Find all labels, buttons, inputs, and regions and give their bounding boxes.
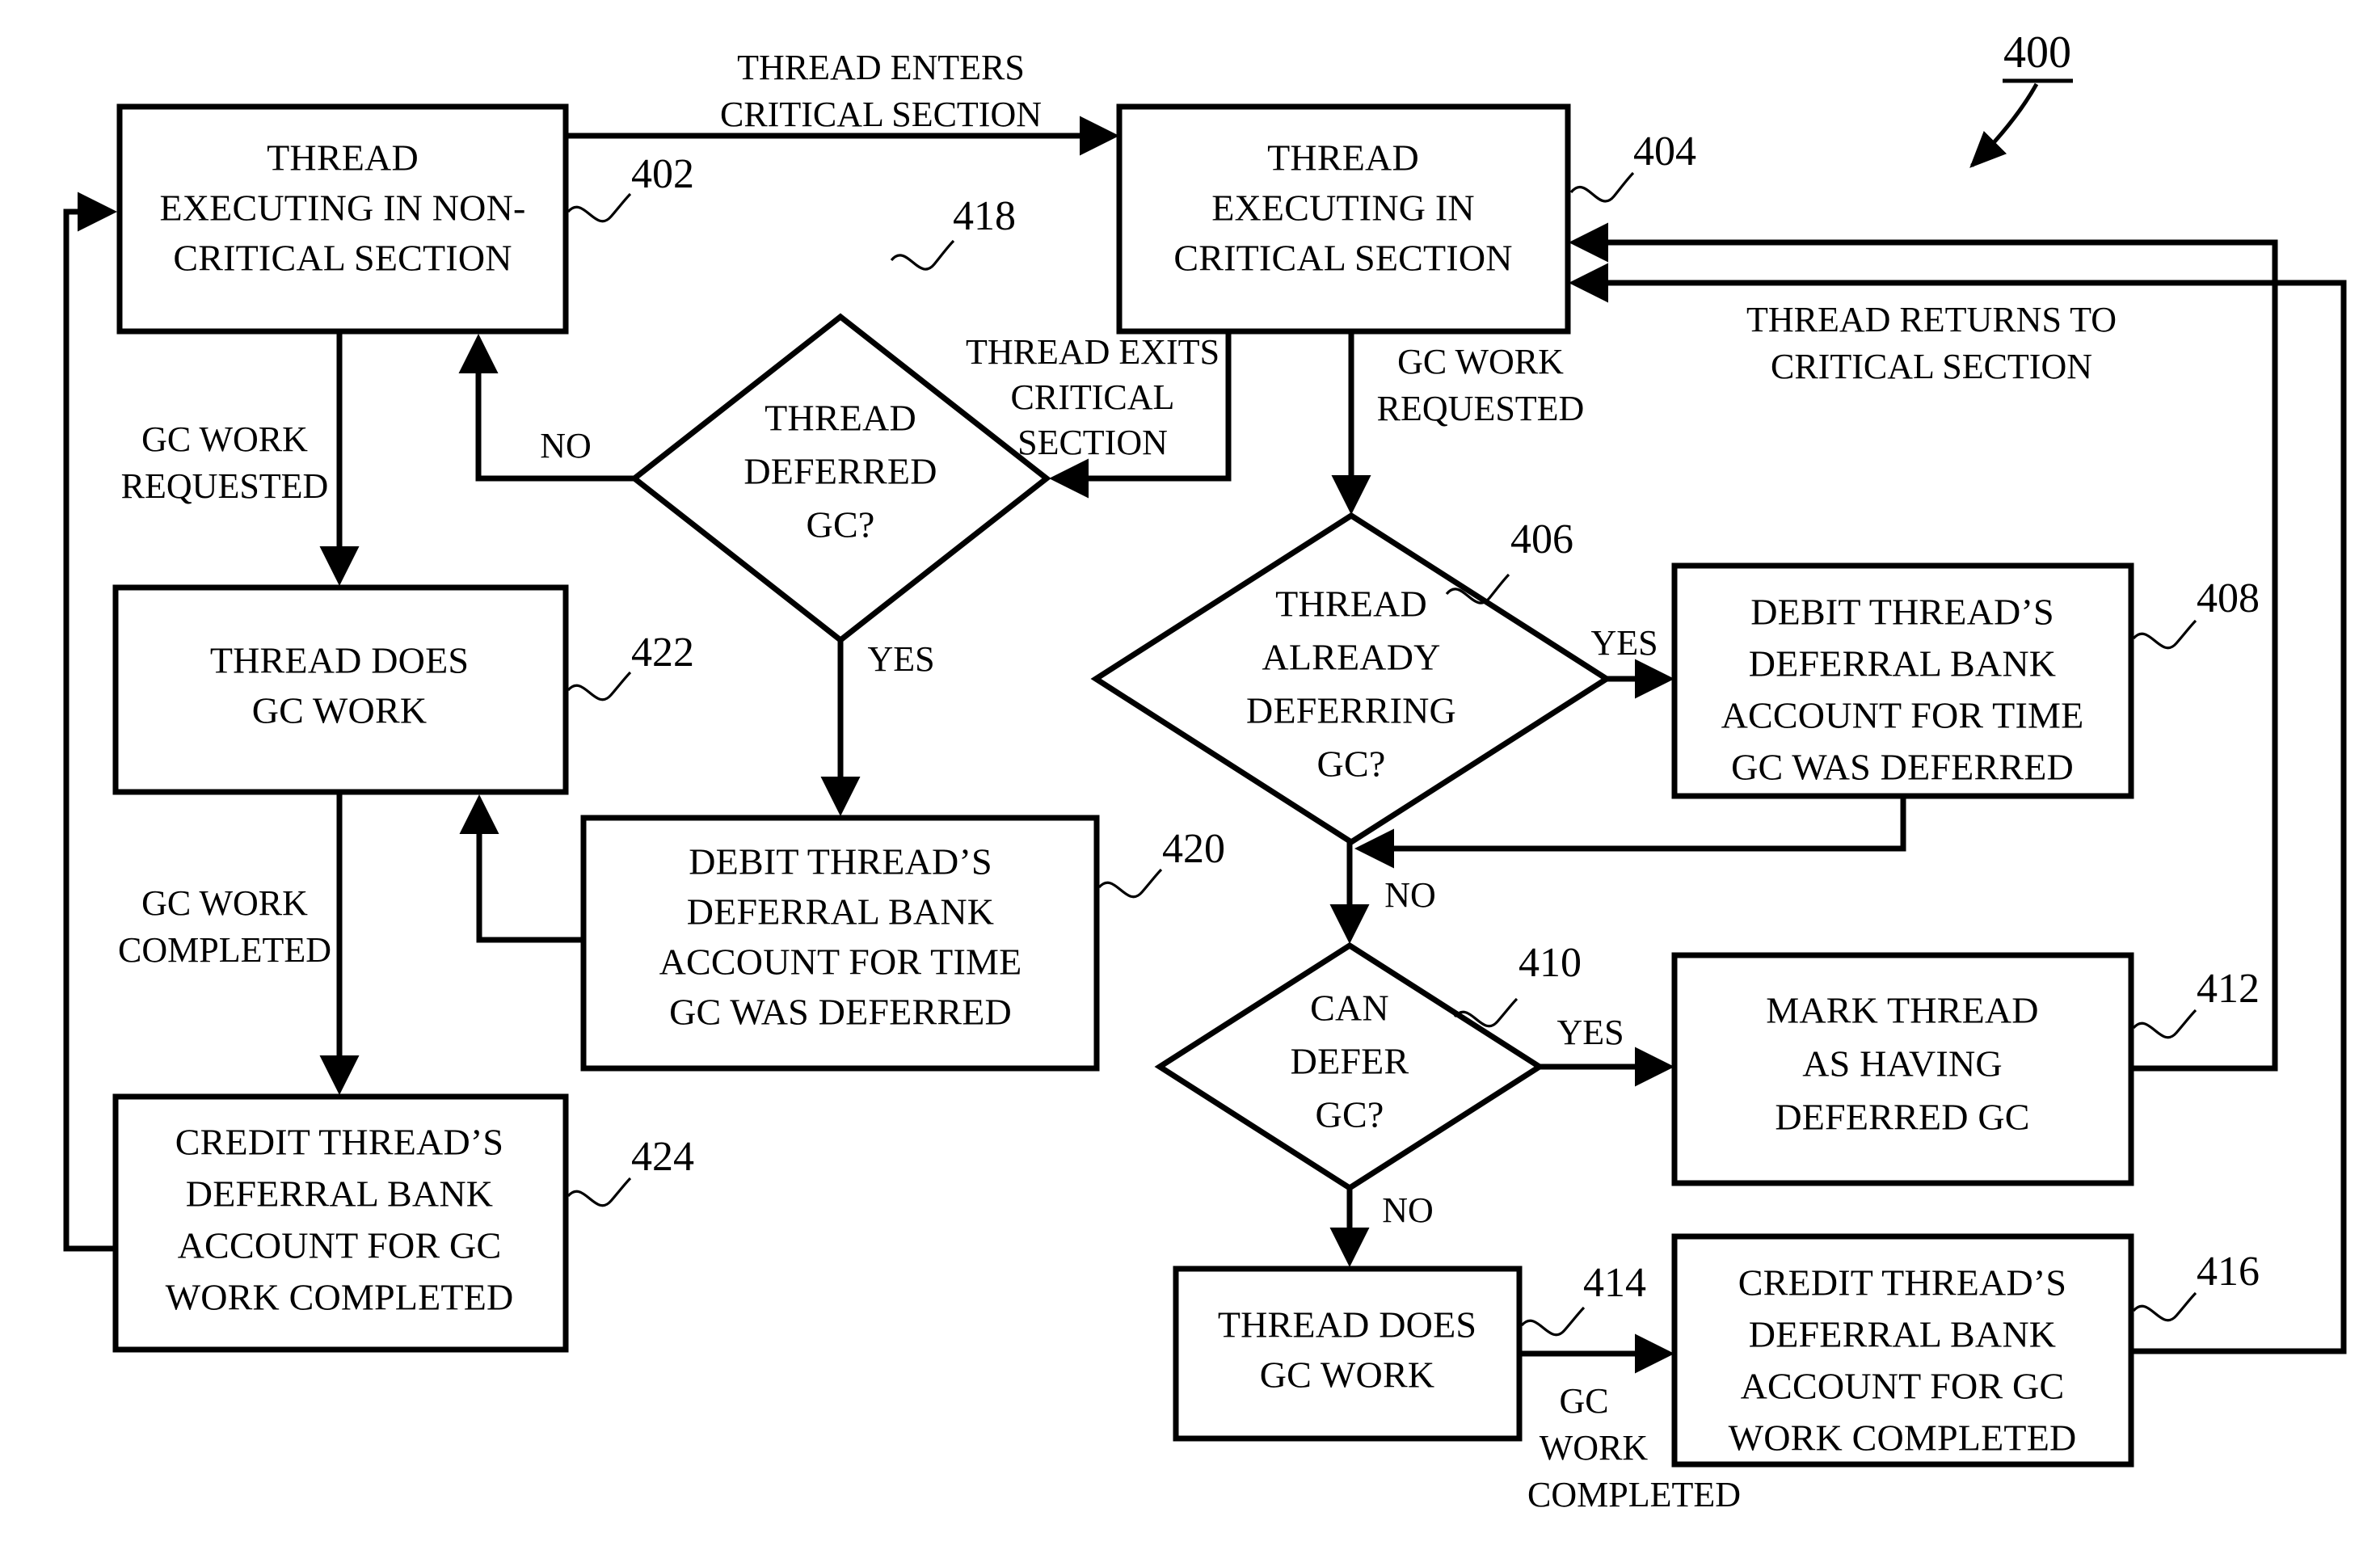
svg-text:DEFER: DEFER [1291, 1041, 1409, 1082]
svg-text:GC WORK: GC WORK [141, 419, 308, 459]
ref-402: 402 [631, 151, 694, 197]
svg-text:EXECUTING IN: EXECUTING IN [1211, 187, 1475, 229]
svg-text:GC: GC [1559, 1381, 1608, 1421]
svg-text:GC WAS DEFERRED: GC WAS DEFERRED [669, 992, 1012, 1033]
svg-text:WORK COMPLETED: WORK COMPLETED [1729, 1417, 2077, 1459]
svg-text:DEFERRING: DEFERRING [1246, 690, 1456, 731]
leader-408 [2132, 619, 2197, 650]
svg-text:CRITICAL SECTION: CRITICAL SECTION [1771, 347, 2092, 386]
svg-text:DEFERRED GC: DEFERRED GC [1775, 1097, 2029, 1138]
svg-text:SECTION: SECTION [1017, 423, 1168, 462]
ref-418: 418 [953, 193, 1016, 239]
svg-text:COMPLETED: COMPLETED [1527, 1475, 1741, 1514]
edge-label-no-410: NO [1382, 1190, 1434, 1230]
svg-text:THREAD: THREAD [1267, 137, 1419, 179]
svg-text:AS HAVING: AS HAVING [1802, 1043, 2003, 1085]
svg-text:THREAD EXITS: THREAD EXITS [966, 332, 1219, 372]
svg-text:GC?: GC? [1316, 1094, 1384, 1135]
ref-410: 410 [1519, 940, 1582, 986]
edge-label-yes-418: YES [867, 639, 934, 679]
svg-text:DEBIT THREAD’S: DEBIT THREAD’S [689, 841, 992, 882]
svg-text:GC?: GC? [807, 504, 875, 545]
ref-422: 422 [631, 630, 694, 676]
edge-424-to-402 [63, 192, 117, 1252]
leader-422 [567, 671, 632, 701]
edge-label-gc-work-requested-left: GC WORK REQUESTED [121, 419, 329, 506]
node-406 [1090, 512, 1612, 846]
figure-canvas: THREAD EXECUTING IN NON- CRITICAL SECTIO… [0, 0, 2380, 1550]
figure-number: 400 [2003, 27, 2071, 78]
svg-text:CRITICAL SECTION: CRITICAL SECTION [1173, 238, 1512, 279]
flowchart-400: THREAD EXECUTING IN NON- CRITICAL SECTIO… [63, 27, 2347, 1514]
leader-402 [567, 192, 632, 223]
svg-text:THREAD DOES: THREAD DOES [210, 640, 469, 681]
svg-text:CAN: CAN [1310, 988, 1389, 1029]
svg-text:ACCOUNT FOR GC: ACCOUNT FOR GC [178, 1225, 502, 1266]
ref-416: 416 [2197, 1249, 2260, 1295]
svg-text:THREAD RETURNS TO: THREAD RETURNS TO [1746, 300, 2117, 339]
svg-text:THREAD: THREAD [267, 137, 419, 179]
svg-text:THREAD ENTERS: THREAD ENTERS [737, 48, 1025, 87]
svg-text:GC WORK: GC WORK [252, 690, 428, 731]
svg-text:DEBIT THREAD’S: DEBIT THREAD’S [1750, 592, 2054, 633]
svg-text:CREDIT THREAD’S: CREDIT THREAD’S [175, 1122, 503, 1163]
edge-label-no-418: NO [540, 426, 592, 465]
svg-text:GC WORK: GC WORK [1260, 1354, 1435, 1396]
svg-text:GC WORK: GC WORK [141, 883, 308, 923]
svg-text:CRITICAL SECTION: CRITICAL SECTION [720, 95, 1042, 134]
leader-404 [1569, 171, 1635, 203]
edge-420-to-422 [459, 794, 583, 943]
ref-404: 404 [1633, 128, 1696, 175]
svg-text:CREDIT THREAD’S: CREDIT THREAD’S [1738, 1262, 2066, 1304]
svg-text:MARK THREAD: MARK THREAD [1766, 990, 2038, 1031]
edge-416-to-404 [1569, 263, 2347, 1354]
leader-420 [1097, 868, 1163, 899]
svg-text:DEFERRAL BANK: DEFERRAL BANK [687, 891, 994, 933]
svg-text:GC WAS DEFERRED: GC WAS DEFERRED [1731, 747, 2074, 788]
edge-label-gc-work-completed-left: GC WORK COMPLETED [118, 883, 331, 970]
svg-text:REQUESTED: REQUESTED [121, 466, 329, 506]
node-412-label: MARK THREAD AS HAVING DEFERRED GC [1766, 990, 2038, 1138]
edge-label-no-406: NO [1384, 875, 1436, 915]
edge-label-yes-410: YES [1556, 1013, 1624, 1052]
ref-406: 406 [1510, 516, 1573, 562]
svg-text:ACCOUNT FOR GC: ACCOUNT FOR GC [1741, 1366, 2065, 1407]
svg-text:DEFERRAL BANK: DEFERRAL BANK [1749, 643, 2056, 684]
svg-text:ALREADY: ALREADY [1262, 637, 1440, 678]
edge-label-thread-enters: THREAD ENTERS CRITICAL SECTION [720, 48, 1042, 134]
leader-424 [567, 1177, 632, 1207]
svg-text:REQUESTED: REQUESTED [1377, 389, 1585, 428]
svg-text:ACCOUNT FOR TIME: ACCOUNT FOR TIME [659, 941, 1022, 983]
ref-424: 424 [631, 1134, 694, 1180]
edge-label-gc-work-requested-404: GC WORK REQUESTED [1377, 342, 1585, 428]
ref-414: 414 [1583, 1260, 1646, 1306]
leader-412 [2132, 1009, 2197, 1039]
leader-416 [2132, 1291, 2197, 1322]
svg-text:WORK COMPLETED: WORK COMPLETED [166, 1277, 514, 1318]
svg-text:ACCOUNT FOR TIME: ACCOUNT FOR TIME [1721, 695, 2084, 736]
ref-408: 408 [2197, 575, 2260, 621]
figure-number-arrow [1969, 82, 2039, 168]
svg-text:THREAD DOES: THREAD DOES [1218, 1304, 1476, 1346]
svg-text:DEFERRED: DEFERRED [743, 451, 937, 492]
svg-text:DEFERRAL BANK: DEFERRAL BANK [186, 1173, 493, 1215]
svg-text:WORK: WORK [1540, 1428, 1649, 1468]
ref-420: 420 [1162, 826, 1225, 872]
svg-text:THREAD: THREAD [1275, 583, 1427, 625]
svg-text:GC?: GC? [1317, 743, 1386, 785]
svg-text:COMPLETED: COMPLETED [118, 930, 331, 970]
svg-text:EXECUTING IN NON-: EXECUTING IN NON- [159, 187, 525, 229]
svg-text:DEFERRAL BANK: DEFERRAL BANK [1749, 1314, 2056, 1355]
edge-408-to-406 [1354, 796, 1906, 869]
svg-text:CRITICAL SECTION: CRITICAL SECTION [173, 238, 512, 279]
svg-text:THREAD: THREAD [765, 398, 916, 439]
leader-418 [890, 239, 955, 271]
edge-label-yes-406: YES [1590, 623, 1658, 663]
ref-412: 412 [2197, 966, 2260, 1012]
leader-414 [1520, 1306, 1586, 1337]
edge-label-thread-returns: THREAD RETURNS TO CRITICAL SECTION [1746, 300, 2117, 386]
svg-text:CRITICAL: CRITICAL [1011, 377, 1175, 417]
svg-text:GC WORK: GC WORK [1397, 342, 1564, 381]
